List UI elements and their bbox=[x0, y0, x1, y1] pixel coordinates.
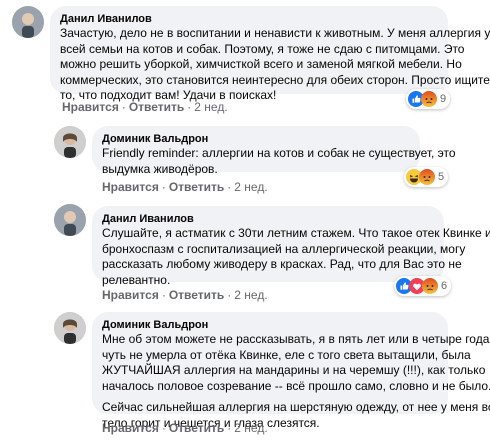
timestamp[interactable]: 2 нед. bbox=[234, 288, 267, 302]
reaction-summary[interactable]: 9 bbox=[406, 89, 451, 109]
comment-actions: Нравится · Ответить · 2 нед. bbox=[102, 180, 268, 194]
separator: · bbox=[161, 180, 166, 194]
comment-text: Зачастую, дело не в воспитании и ненавис… bbox=[60, 26, 490, 40]
comment-bubble: Доминик Вальдрон Friendly reminder: алле… bbox=[92, 126, 456, 176]
timestamp[interactable]: 2 нед. bbox=[194, 100, 227, 114]
separator: · bbox=[227, 421, 232, 435]
comment-text: ЖУТЧАЙШАЯ аллергия на мандарины и на чер… bbox=[102, 363, 486, 377]
reaction-count: 9 bbox=[440, 93, 447, 105]
avatar[interactable] bbox=[54, 126, 86, 158]
comment-bubble: Данил Иванилов Зачастую, дело не в воспи… bbox=[50, 6, 490, 102]
angry-icon bbox=[421, 91, 437, 107]
comment-bubble: Доминик Вальдрон Мне об этом можете не р… bbox=[92, 312, 490, 430]
comment-text: всей семьи на котов и собак. Поэтому, я … bbox=[60, 41, 465, 56]
comment-actions: Нравится · Ответить · 2 нед. bbox=[102, 288, 268, 302]
comment-bubble: Данил Иванилов Слушайте, я астматик с 30… bbox=[92, 206, 490, 287]
comment-actions: Нравится · Ответить · 2 нед. bbox=[62, 100, 228, 114]
comment-text: Сейчас сильнейшая аллергия на шерстяную … bbox=[102, 400, 490, 414]
avatar[interactable] bbox=[12, 6, 44, 38]
reaction-summary[interactable]: 5 bbox=[404, 167, 449, 187]
angry-icon bbox=[419, 169, 435, 185]
like-button[interactable]: Нравится bbox=[102, 288, 159, 302]
like-button[interactable]: Нравится bbox=[102, 421, 159, 435]
comment-text: Мне об этом можете не рассказывать, я в … bbox=[102, 332, 490, 346]
comment-actions: Нравится · Ответить · 2 нед. bbox=[102, 421, 268, 435]
timestamp[interactable]: 2 нед. bbox=[234, 180, 267, 194]
comment-text: релевантно. bbox=[102, 272, 171, 287]
separator: · bbox=[161, 288, 166, 302]
comment-text: Слушайте, я астматик с 30ти летним стаже… bbox=[102, 226, 490, 240]
reply-button[interactable]: Ответить bbox=[169, 421, 224, 435]
comment-text: Friendly reminder: аллергии на котов и с… bbox=[102, 146, 456, 160]
comment-text: бронхоспазм с госпитализацией на аллерги… bbox=[102, 241, 466, 256]
like-button[interactable]: Нравится bbox=[102, 180, 159, 194]
separator: · bbox=[187, 100, 192, 114]
reply-button[interactable]: Ответить bbox=[129, 100, 184, 114]
separator: · bbox=[227, 288, 232, 302]
like-button[interactable]: Нравится bbox=[62, 100, 119, 114]
comment-author[interactable]: Доминик Вальдрон bbox=[102, 318, 438, 332]
avatar[interactable] bbox=[54, 312, 86, 344]
timestamp[interactable]: 2 нед. bbox=[234, 421, 267, 435]
separator: · bbox=[121, 100, 126, 114]
comment-author[interactable]: Данил Иванилов bbox=[60, 12, 438, 26]
reaction-summary[interactable]: 6 bbox=[394, 276, 452, 296]
comment-author[interactable]: Данил Иванилов bbox=[102, 212, 434, 226]
comment-text: выдумка живодёров. bbox=[102, 161, 218, 176]
comment-text: началось половое созревание -- всё прошл… bbox=[102, 378, 490, 393]
comment-text: коммерческих, это становится неинтересно… bbox=[60, 72, 490, 87]
avatar[interactable] bbox=[54, 204, 86, 236]
reply-button[interactable]: Ответить bbox=[169, 288, 224, 302]
reply-button[interactable]: Ответить bbox=[169, 180, 224, 194]
reaction-count: 5 bbox=[438, 171, 445, 183]
separator: · bbox=[227, 180, 232, 194]
separator: · bbox=[161, 421, 166, 435]
comment-text: можно решить уборкой, химчисткой всего и… bbox=[60, 57, 462, 71]
angry-icon bbox=[422, 278, 438, 294]
comment-author[interactable]: Доминик Вальдрон bbox=[102, 132, 410, 146]
reaction-count: 6 bbox=[441, 280, 448, 292]
comment-text: чуть не умерла от отёка Квинке, еле с то… bbox=[102, 347, 471, 362]
comment-text: рассказать любому живодеру в красках. Ра… bbox=[102, 257, 462, 271]
